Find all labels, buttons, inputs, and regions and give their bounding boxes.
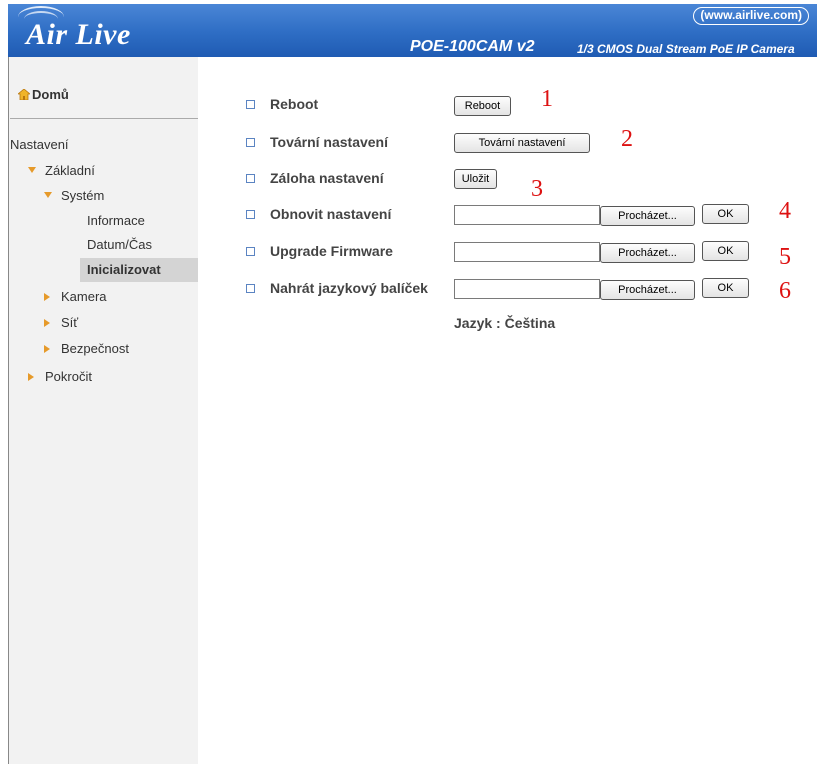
sidebar-item-system[interactable]: Systém [44,188,104,203]
restore-file-input[interactable] [454,205,600,225]
firmware-ok-button[interactable]: OK [702,241,749,261]
firmware-browse-button[interactable]: Procházet... [600,243,695,263]
sidebar-item-camera-label: Kamera [61,289,107,304]
row-bullet-icon [246,210,255,219]
sidebar-item-info[interactable]: Informace [87,213,145,228]
airlive-logo: Air Live [26,18,131,51]
model-name: POE-100CAM v2 [410,38,535,55]
row-bullet-icon [246,247,255,256]
sidebar-item-basic[interactable]: Základní [28,163,95,178]
factory-reset-button[interactable]: Tovární nastavení [454,133,590,153]
home-icon [18,89,30,100]
annotation-5: 5 [779,244,791,270]
sidebar-item-home-label: Domů [32,87,69,102]
sidebar-item-advanced-label: Pokročit [45,369,92,384]
sidebar-item-security-label: Bezpečnost [61,341,129,356]
collapsed-arrow-icon [44,319,50,327]
sidebar-item-home[interactable]: Domů [18,87,69,102]
language-pack-label: Nahrát jazykový balíček [270,280,428,296]
sidebar-item-network-label: Síť [61,315,79,330]
expanded-arrow-icon [44,192,52,198]
language-file-input[interactable] [454,279,600,299]
header-banner: Air Live (www.airlive.com) POE-100CAM v2… [8,4,817,57]
row-bullet-icon [246,100,255,109]
sidebar-item-camera[interactable]: Kamera [44,289,107,304]
website-link[interactable]: (www.airlive.com) [693,7,809,25]
restore-browse-button[interactable]: Procházet... [600,206,695,226]
reboot-button[interactable]: Reboot [454,96,511,116]
current-language-text: Jazyk : Čeština [454,315,556,331]
restore-label: Obnovit nastavení [270,206,392,222]
backup-label: Záloha nastavení [270,170,384,186]
sidebar-section-settings: Nastavení [10,137,69,152]
sidebar-item-datetime[interactable]: Datum/Čas [87,237,152,252]
annotation-2: 2 [621,126,633,152]
annotation-6: 6 [779,278,791,304]
reboot-label: Reboot [270,96,319,112]
backup-save-button[interactable]: Uložit [454,169,497,189]
factory-reset-label: Tovární nastavení [270,134,389,150]
sidebar-item-security[interactable]: Bezpečnost [44,341,129,356]
language-ok-button[interactable]: OK [702,278,749,298]
firmware-label: Upgrade Firmware [270,243,393,259]
restore-ok-button[interactable]: OK [702,204,749,224]
firmware-file-input[interactable] [454,242,600,262]
sidebar-divider [10,118,198,119]
collapsed-arrow-icon [28,373,34,381]
annotation-4: 4 [779,198,791,224]
sidebar-item-system-label: Systém [61,188,105,203]
sidebar-item-basic-label: Základní [45,163,95,178]
page-left-border [8,57,9,764]
collapsed-arrow-icon [44,345,50,353]
sidebar-item-advanced[interactable]: Pokročit [28,369,92,384]
row-bullet-icon [246,284,255,293]
sidebar-item-network[interactable]: Síť [44,315,78,330]
annotation-3: 3 [531,176,543,202]
collapsed-arrow-icon [44,293,50,301]
row-bullet-icon [246,174,255,183]
sensor-description: 1/3 CMOS Dual Stream PoE IP Camera [577,42,795,56]
language-browse-button[interactable]: Procházet... [600,280,695,300]
annotation-1: 1 [541,86,553,112]
row-bullet-icon [246,138,255,147]
sidebar-item-initialize[interactable]: Inicializovat [87,262,161,277]
expanded-arrow-icon [28,167,36,173]
